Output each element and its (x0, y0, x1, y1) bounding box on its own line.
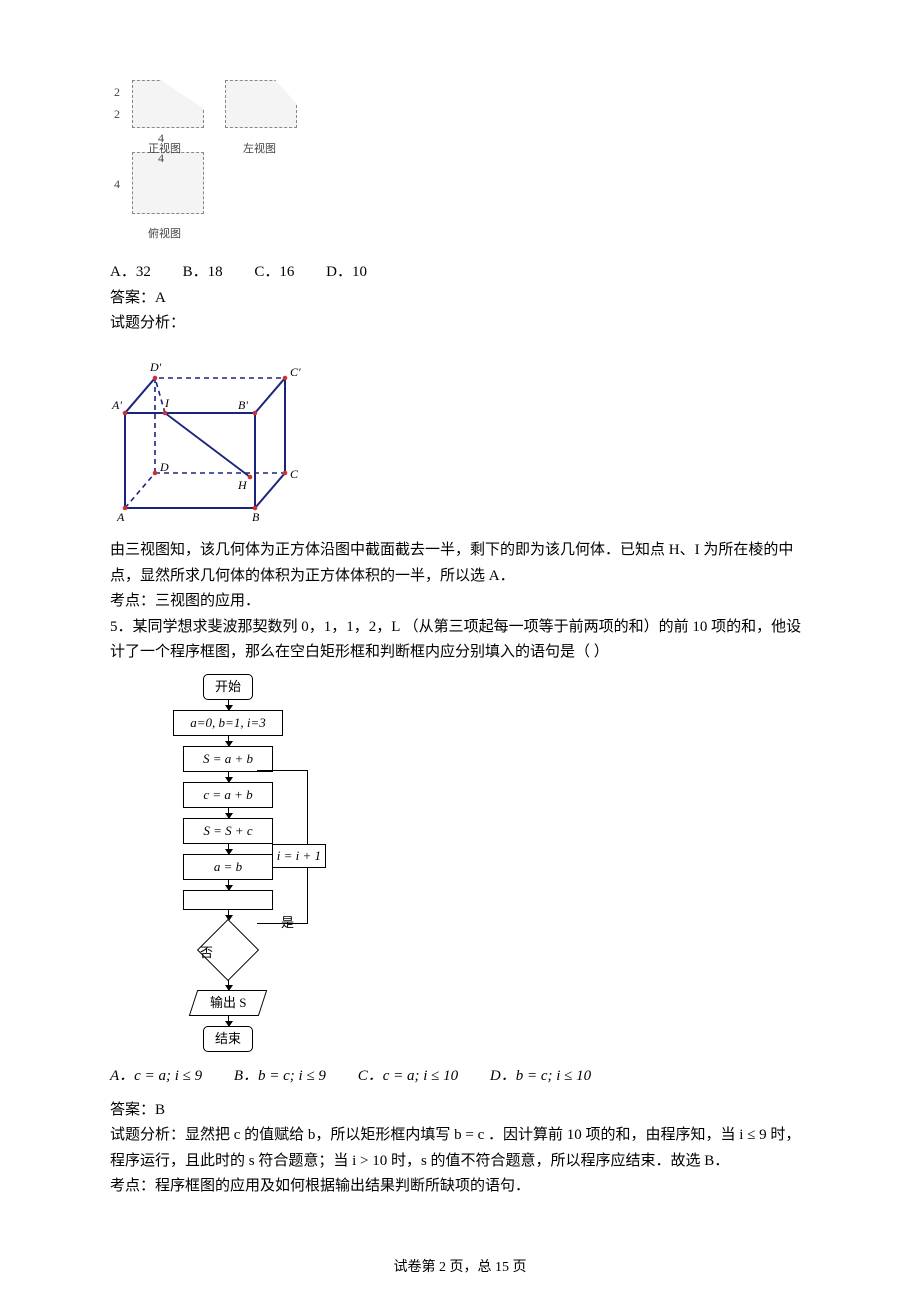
three-view-figure: 2 2 4 正视图 左视图 4 4 俯视图 (110, 80, 315, 250)
arrow-icon (228, 980, 229, 990)
fc-init: a=0, b=1, i=3 (173, 710, 283, 736)
page-footer: 试卷第 2 页，总 15 页 (0, 1256, 920, 1280)
svg-text:I: I (164, 396, 170, 410)
svg-text:D': D' (149, 360, 162, 374)
option-d: D．b = c; i ≤ 10 (490, 1064, 591, 1090)
dim-label: 2 (114, 82, 120, 102)
q4-options: A．32 B．18 C．16 D．10 (110, 260, 810, 286)
fc-output: 输出 S (189, 990, 267, 1016)
q5-kaodian: 考点：程序框图的应用及如何根据输出结果判断所缺项的语句． (110, 1174, 810, 1200)
arrow-icon (228, 700, 229, 710)
flowchart-figure: 开始 a=0, b=1, i=3 S = a + b c = a + b S =… (138, 674, 318, 1053)
view-caption: 俯视图 (148, 225, 181, 244)
q4-analysis-label: 试题分析： (110, 311, 810, 337)
svg-text:H: H (237, 478, 248, 492)
arrow-icon (228, 736, 229, 746)
dim-label: 4 (114, 174, 120, 194)
fc-end: 结束 (203, 1026, 253, 1052)
q4-answer: 答案：A (110, 286, 810, 312)
q5-stem: 5．某同学想求斐波那契数列 0，1，1，2，L （从第三项起每一项等于前两项的和… (110, 615, 810, 666)
q4-kaodian: 考点：三视图的应用． (110, 589, 810, 615)
fc-yes-label: 是 (281, 912, 294, 934)
fc-increment: i = i + 1 (272, 844, 326, 868)
q5-options: A．c = a; i ≤ 9 B．b = c; i ≤ 9 C．c = a; i… (110, 1064, 810, 1090)
arrow-icon (228, 772, 229, 782)
top-view-shape (132, 152, 204, 214)
fc-no-label: 否 (200, 942, 213, 964)
svg-text:B': B' (238, 398, 248, 412)
arrow-icon (228, 880, 229, 890)
arrow-icon (228, 1016, 229, 1026)
arrow-icon (228, 844, 229, 854)
option-d: D．10 (326, 260, 367, 286)
svg-text:A': A' (111, 398, 122, 412)
q5-answer: 答案：B (110, 1098, 810, 1124)
option-c: C．c = a; i ≤ 10 (358, 1064, 458, 1090)
arrow-icon (228, 808, 229, 818)
q5-analysis: 试题分析：显然把 c 的值赋给 b，所以矩形框内填写 b = c ．因计算前 1… (110, 1123, 810, 1174)
svg-text:D: D (159, 460, 169, 474)
svg-text:B: B (252, 510, 260, 523)
front-view-shape (132, 80, 204, 128)
cube-cross-section-figure: A B C D A' B' C' D' H I (110, 343, 335, 523)
svg-text:C': C' (290, 365, 301, 379)
option-a: A．32 (110, 260, 151, 286)
option-c: C．16 (254, 260, 294, 286)
side-view-shape (225, 80, 297, 128)
view-caption: 左视图 (243, 140, 276, 159)
view-caption: 正视图 (148, 140, 181, 159)
option-b: B．b = c; i ≤ 9 (234, 1064, 326, 1090)
q4-explanation: 由三视图知，该几何体为正方体沿图中截面截去一半，剩下的即为该几何体．已知点 H、… (110, 538, 810, 589)
document-page: 2 2 4 正视图 左视图 4 4 俯视图 A．32 B．18 C．16 D．1… (0, 0, 920, 1302)
svg-text:C: C (290, 467, 299, 481)
option-a: A．c = a; i ≤ 9 (110, 1064, 202, 1090)
dim-label: 2 (114, 104, 120, 124)
svg-text:A: A (116, 510, 125, 523)
option-b: B．18 (183, 260, 223, 286)
dim-label: 4 (158, 148, 164, 168)
fc-s-eq-aplusb: S = a + b (183, 746, 273, 772)
fc-start: 开始 (203, 674, 253, 700)
